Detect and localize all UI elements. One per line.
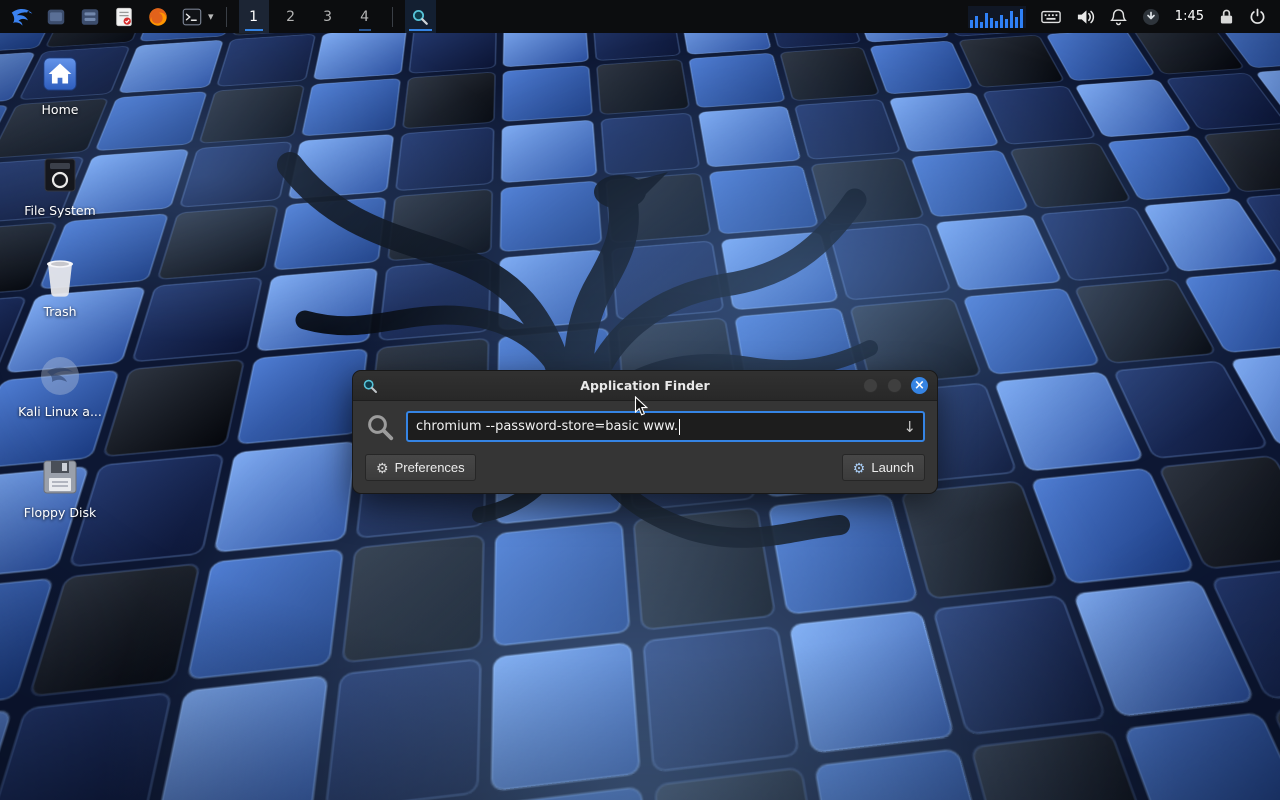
file-system-icon [40,153,80,197]
network-activity-graph[interactable] [968,6,1026,28]
firefox-icon[interactable] [144,3,171,30]
notifications-bell-icon[interactable] [1110,8,1127,26]
launch-button[interactable]: ⚙ Launch [842,454,925,481]
workspace-3-label: 3 [323,9,332,25]
titlebar[interactable]: Application Finder × [353,371,937,401]
launch-icon: ⚙ [853,461,866,475]
maximize-button[interactable] [887,378,902,393]
workspace-4[interactable]: 4 [350,0,380,33]
window-title: Application Finder [353,378,937,393]
status-update-icon[interactable] [1142,8,1160,26]
close-icon: × [914,379,925,392]
entry-dropdown-icon[interactable]: ↓ [903,418,916,436]
window-controls: × [863,377,928,394]
terminal-icon[interactable] [178,3,205,30]
search-icon [365,412,395,442]
volume-icon[interactable] [1076,8,1095,26]
app-finder-icon [411,8,429,26]
command-input-value: chromium --password-store=basic www. [416,419,678,434]
launch-button-label: Launch [871,460,914,475]
desktop-icon-column: Home File System Trash [12,52,108,520]
workspace-2-label: 2 [286,9,295,25]
app-finder-taskbar-button[interactable] [405,0,436,33]
finder-body: chromium --password-store=basic www. ↓ ⚙… [353,401,937,493]
keyboard-layout-icon[interactable] [1041,9,1061,25]
application-finder-window: Application Finder × chromium --passw [352,370,938,494]
desktop-icon-home[interactable]: Home [12,52,108,117]
lock-screen-icon[interactable] [1219,8,1234,25]
desktop-icon-label: Trash [43,305,76,319]
desktop-icon-label: File System [24,204,96,218]
command-input[interactable]: chromium --password-store=basic www. ↓ [406,411,925,442]
floppy-disk-icon [40,455,80,499]
trash-icon [40,254,80,298]
close-button[interactable]: × [911,377,928,394]
desktop: Home File System Trash [0,0,1280,800]
app-finder-window-icon [362,378,378,394]
desktop-icon-trash[interactable]: Trash [12,254,108,319]
window-list-icon[interactable] [42,3,69,30]
power-logout-icon[interactable] [1249,8,1266,25]
desktop-icon-kali-linux[interactable]: Kali Linux a... [12,354,108,419]
desktop-icon-label: Kali Linux a... [18,405,102,419]
workspace-3[interactable]: 3 [313,0,343,33]
workspace-2[interactable]: 2 [276,0,306,33]
desktop-icon-label: Home [42,103,79,117]
system-tray: 1:45 [968,6,1272,28]
kali-menu-button[interactable] [8,3,35,30]
panel-separator [392,7,393,27]
workspace-1-label: 1 [249,9,258,25]
file-manager-icon[interactable] [76,3,103,30]
home-icon [41,52,79,96]
preferences-button[interactable]: ⚙ Preferences [365,454,476,481]
workspace-1[interactable]: 1 [239,0,269,33]
workspace-4-label: 4 [360,9,369,25]
clock[interactable]: 1:45 [1175,9,1204,24]
kali-linux-icon [39,354,81,398]
preferences-button-label: Preferences [395,460,465,475]
top-panel: ▾ 1 2 3 4 [0,0,1280,33]
text-caret [679,419,680,435]
text-editor-icon[interactable] [110,3,137,30]
gear-icon: ⚙ [376,461,389,475]
desktop-icon-floppy-disk[interactable]: Floppy Disk [12,455,108,520]
minimize-button[interactable] [863,378,878,393]
desktop-icon-file-system[interactable]: File System [12,153,108,218]
chevron-down-icon[interactable]: ▾ [208,10,214,23]
desktop-icon-label: Floppy Disk [24,506,96,520]
panel-separator [226,7,227,27]
